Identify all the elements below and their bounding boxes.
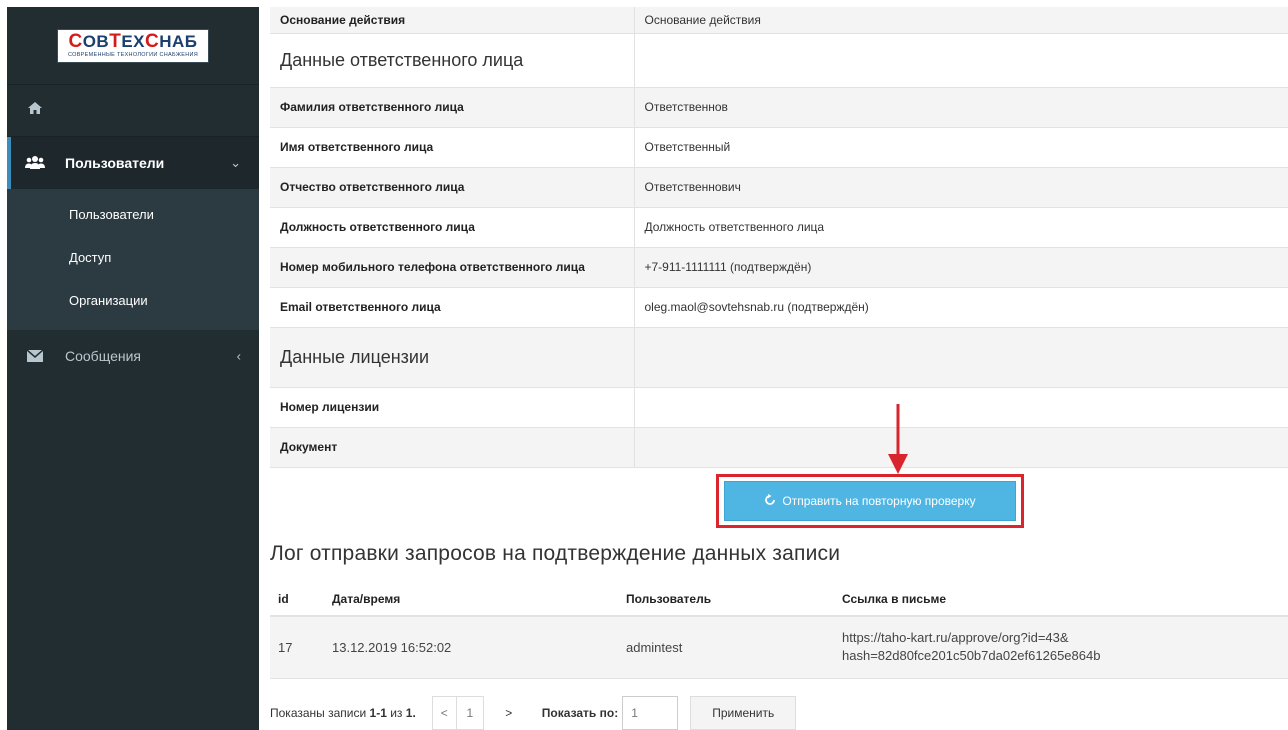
per-page-input[interactable]: 1	[622, 696, 679, 730]
log-header-row: id Дата/время Пользователь Ссылка в пись…	[270, 582, 1288, 617]
detail-row: Документ	[270, 427, 1288, 468]
section-empty-cell	[633, 33, 1288, 88]
sidebar: СОВТЕХСНАБ СОВРЕМЕННЫЕ ТЕХНОЛОГИИ СНАБЖЕ…	[7, 7, 259, 730]
section-row-responsible: Данные ответственного лица	[270, 33, 1288, 88]
log-cell-datetime: 13.12.2019 16:52:02	[332, 616, 626, 679]
sidebar-item-messages[interactable]: Сообщения ‹	[7, 330, 259, 382]
detail-label: Отчество ответственного лица	[270, 167, 634, 208]
detail-row: Фамилия ответственного лица Ответственно…	[270, 87, 1288, 128]
column-header-datetime: Дата/время	[332, 582, 626, 617]
chevron-down-icon: ⌄	[230, 155, 241, 170]
submenu-item-users[interactable]: Пользователи	[7, 193, 259, 236]
details-table: Основание действия Основание действия Да…	[270, 7, 1288, 468]
envelope-icon	[25, 350, 45, 362]
submenu-item-access[interactable]: Доступ	[7, 236, 259, 279]
detail-row: Отчество ответственного лица Ответственн…	[270, 167, 1288, 208]
pagination: Показаны записи 1-1 из 1. < 1 > Показать…	[270, 696, 797, 730]
log-title: Лог отправки запросов на подтверждение д…	[270, 542, 841, 565]
column-header-link: Ссылка в письме	[842, 582, 1288, 617]
apply-button[interactable]: Применить	[690, 696, 797, 730]
section-empty-cell	[633, 327, 1288, 388]
sidebar-item-messages-label: Сообщения	[65, 348, 141, 364]
detail-row: Основание действия Основание действия	[270, 7, 1288, 34]
detail-value: +7-911-1111111 (подтверждён)	[633, 247, 1288, 288]
submenu-item-organizations[interactable]: Организации	[7, 279, 259, 322]
logo-subtitle: СОВРЕМЕННЫЕ ТЕХНОЛОГИИ СНАБЖЕНИЯ	[67, 52, 199, 58]
home-icon	[27, 101, 43, 120]
users-submenu: Пользователи Доступ Организации	[7, 189, 259, 330]
section-title-license: Данные лицензии	[270, 327, 634, 388]
detail-row: Имя ответственного лица Ответственный	[270, 127, 1288, 168]
chevron-left-icon: ‹	[236, 348, 241, 364]
detail-value: Ответственнов	[633, 87, 1288, 128]
sidebar-item-users[interactable]: Пользователи ⌄	[7, 137, 259, 189]
sidebar-item-users-label: Пользователи	[65, 155, 165, 171]
detail-row: Номер лицензии	[270, 387, 1288, 428]
detail-value	[633, 427, 1288, 468]
detail-label: Email ответственного лица	[270, 287, 634, 328]
table-row: 17 13.12.2019 16:52:02 admintest https:/…	[270, 616, 1288, 679]
log-cell-link[interactable]: https://taho-kart.ru/approve/org?id=43& …	[842, 616, 1288, 679]
column-header-user: Пользователь	[626, 582, 842, 617]
resend-button-label: Отправить на повторную проверку	[782, 494, 976, 508]
records-summary: Показаны записи 1-1 из 1.	[270, 706, 416, 720]
logo-area: СОВТЕХСНАБ СОВРЕМЕННЫЕ ТЕХНОЛОГИИ СНАБЖЕ…	[7, 7, 259, 85]
annotation-arrow-icon	[888, 404, 908, 474]
page-1-button[interactable]: 1	[455, 696, 484, 730]
detail-label: Документ	[270, 427, 634, 468]
users-icon	[25, 155, 45, 171]
detail-value: oleg.maol@sovtehsnab.ru (подтверждён)	[633, 287, 1288, 328]
detail-label: Фамилия ответственного лица	[270, 87, 634, 128]
log-cell-user: admintest	[626, 616, 842, 679]
log-link-line2: hash=82d80fce201c50b7da02ef61265e864b	[842, 648, 1101, 664]
detail-label: Должность ответственного лица	[270, 207, 634, 248]
logo-text: СОВТЕХСНАБ	[68, 31, 198, 52]
detail-row: Email ответственного лица oleg.maol@sovt…	[270, 287, 1288, 328]
detail-row: Должность ответственного лица Должность …	[270, 207, 1288, 248]
refresh-icon	[764, 493, 776, 509]
home-link[interactable]	[7, 85, 259, 137]
detail-label: Номер мобильного телефона ответственного…	[270, 247, 634, 288]
prev-page-button[interactable]: <	[431, 696, 456, 730]
column-header-id: id	[270, 582, 332, 617]
section-title-responsible: Данные ответственного лица	[270, 33, 634, 88]
section-row-license: Данные лицензии	[270, 327, 1288, 388]
detail-value	[633, 387, 1288, 428]
log-table: id Дата/время Пользователь Ссылка в пись…	[270, 582, 1288, 679]
detail-value: Основание действия	[633, 7, 1288, 34]
detail-value: Ответственнович	[633, 167, 1288, 208]
detail-label: Номер лицензии	[270, 387, 634, 428]
detail-label: Основание действия	[270, 7, 634, 34]
next-page-button[interactable]: >	[487, 696, 530, 730]
per-page-label: Показать по:	[541, 706, 619, 720]
logo[interactable]: СОВТЕХСНАБ СОВРЕМЕННЫЕ ТЕХНОЛОГИИ СНАБЖЕ…	[57, 28, 209, 63]
log-cell-id: 17	[270, 616, 332, 679]
main-content: Основание действия Основание действия Да…	[270, 7, 1288, 468]
detail-row: Номер мобильного телефона ответственного…	[270, 247, 1288, 288]
log-link-line1: https://taho-kart.ru/approve/org?id=43&	[842, 630, 1069, 646]
resend-button[interactable]: Отправить на повторную проверку	[724, 481, 1016, 521]
detail-value: Ответственный	[633, 127, 1288, 168]
resend-button-highlight: Отправить на повторную проверку	[716, 474, 1024, 528]
detail-value: Должность ответственного лица	[633, 207, 1288, 248]
detail-label: Имя ответственного лица	[270, 127, 634, 168]
